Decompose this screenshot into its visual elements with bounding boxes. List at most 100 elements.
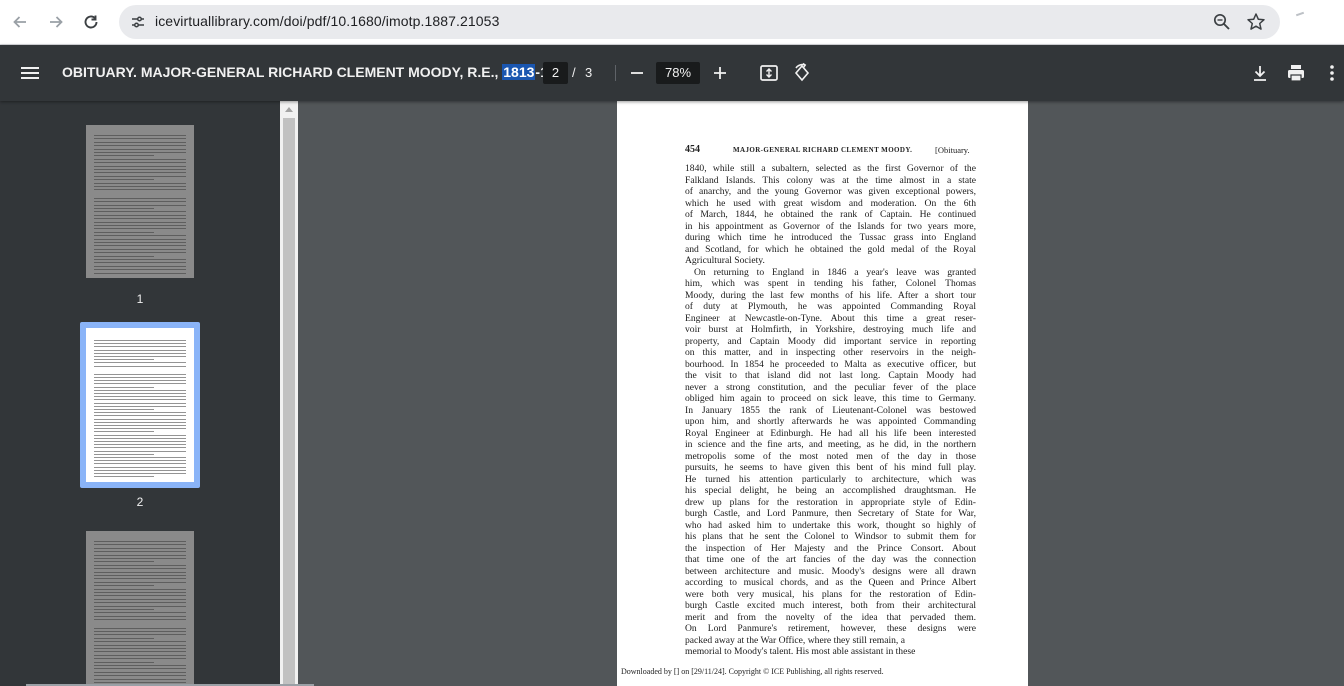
site-settings-icon[interactable] bbox=[129, 13, 147, 31]
text-line: He turned his attention particularly to … bbox=[685, 473, 976, 485]
thumbnail-text-line bbox=[94, 598, 186, 600]
thumbnail-text-line bbox=[94, 431, 154, 433]
text-line: pursuits, he seems to have given this be… bbox=[685, 462, 976, 473]
pdf-toolbar: OBITUARY. MAJOR-GENERAL RICHARD CLEMENT … bbox=[0, 45, 1344, 101]
thumbnail-text-line bbox=[94, 581, 186, 583]
text-line: in his appointment as Governor of the Is… bbox=[685, 220, 976, 232]
thumbnail-page-1[interactable]: 1 bbox=[86, 125, 194, 306]
thumbnail-text-line bbox=[94, 172, 186, 174]
thumbnail-text-line bbox=[94, 654, 186, 656]
title-start: OBITUARY. MAJOR-GENERAL RICHARD CLEMENT … bbox=[62, 64, 503, 80]
thumbnail-text-line bbox=[94, 641, 186, 643]
thumbnail-text-line bbox=[94, 441, 186, 442]
back-button[interactable] bbox=[6, 8, 34, 36]
text-line: obliged him again to proceed on sick lea… bbox=[685, 393, 976, 404]
thumbnail-text-line bbox=[94, 201, 186, 203]
thumbnail-text-line bbox=[94, 155, 154, 157]
text-line: metropolis some of the most noted men of… bbox=[685, 450, 976, 462]
zoom-in-icon[interactable] bbox=[710, 62, 730, 84]
thumbnail-text-line bbox=[94, 145, 186, 147]
title-highlight: 1813 bbox=[502, 64, 536, 80]
thumbnail-text-line bbox=[94, 460, 186, 462]
thumbnail-text-line bbox=[94, 541, 186, 542]
thumbnail-text-line bbox=[94, 476, 154, 478]
text-line: drew up plans for the restoration in app… bbox=[685, 496, 976, 508]
thumbnail-text-line bbox=[94, 211, 186, 213]
thumbnail-text-line bbox=[94, 359, 154, 361]
reload-button[interactable] bbox=[77, 8, 105, 36]
fit-page-icon[interactable] bbox=[758, 62, 780, 84]
thumbnail-page-2-selected[interactable] bbox=[80, 322, 200, 488]
thumbnail-text-line bbox=[94, 389, 186, 391]
text-line: on this matter, and in inspecting other … bbox=[685, 347, 976, 358]
thumbnail-text-line bbox=[94, 473, 186, 474]
thumbnail-text-line bbox=[94, 235, 186, 237]
thumbnail-text-line bbox=[94, 393, 186, 394]
thumbnail-text-line bbox=[94, 204, 186, 206]
thumbnail-text-line bbox=[94, 409, 154, 410]
thumbnail-text-line bbox=[94, 602, 186, 604]
menu-icon[interactable] bbox=[18, 61, 42, 85]
zoom-icon[interactable] bbox=[1212, 12, 1232, 32]
thumbnail-text-line bbox=[94, 444, 186, 446]
text-line: packed away at the War Office, where the… bbox=[685, 634, 905, 646]
zoom-out-icon[interactable] bbox=[627, 62, 647, 84]
thumbnail-image[interactable] bbox=[86, 125, 194, 278]
thumbnail-image[interactable] bbox=[86, 328, 194, 482]
thumbnail-text-line bbox=[94, 564, 186, 566]
star-icon[interactable] bbox=[1245, 11, 1267, 33]
thumbnail-text-line bbox=[94, 437, 186, 439]
thumbnail-page-3[interactable] bbox=[86, 531, 194, 686]
text-line: burgh Castle, and Lord Panmure, then Sec… bbox=[685, 508, 976, 519]
scroll-up-arrow-icon[interactable] bbox=[285, 107, 293, 112]
thumbnail-text-line bbox=[94, 402, 186, 404]
thumbnail-text-line bbox=[94, 469, 186, 471]
thumbnail-text-line bbox=[94, 245, 186, 247]
forward-button[interactable] bbox=[42, 8, 70, 36]
thumbnail-sidebar: 1 2 bbox=[0, 101, 280, 686]
thumbnail-text-line bbox=[94, 665, 186, 666]
sidebar-scrollbar[interactable] bbox=[280, 101, 298, 686]
zoom-input[interactable]: 78% bbox=[656, 62, 700, 84]
thumbnail-text-line bbox=[94, 648, 186, 649]
thumbnail-text-line bbox=[94, 352, 186, 354]
text-line: that time one of the art fancies of the … bbox=[685, 554, 976, 565]
thumbnail-text-line bbox=[94, 631, 186, 632]
page-number-input[interactable]: 2 bbox=[543, 62, 568, 84]
thumbnail-text-line bbox=[94, 182, 186, 184]
thumbnail-text-line bbox=[94, 585, 154, 587]
thumbnail-text-line bbox=[94, 162, 186, 164]
text-line: his special delight, he being an accompl… bbox=[685, 485, 976, 496]
thumbnail-text-line bbox=[94, 671, 186, 673]
text-line: his plans that he sent the Colonel to Wi… bbox=[685, 531, 976, 542]
thumbnail-text-line bbox=[94, 578, 186, 580]
address-bar[interactable]: icevirtuallibrary.com/doi/pdf/10.1680/im… bbox=[119, 5, 1280, 39]
profile-indicator[interactable] bbox=[1295, 11, 1305, 17]
thumbnail-image[interactable] bbox=[86, 531, 194, 686]
text-line: the visit to that island did not last lo… bbox=[685, 370, 976, 381]
thumbnail-text-line bbox=[94, 141, 186, 143]
forward-icon bbox=[50, 16, 63, 28]
thumbnail-text-line bbox=[94, 356, 186, 357]
thumbnail-text-line bbox=[94, 588, 186, 590]
download-icon[interactable] bbox=[1249, 62, 1271, 84]
scrollbar-thumb[interactable] bbox=[283, 118, 295, 686]
text-line: burgh Castle excited much interest, both… bbox=[685, 600, 976, 611]
print-icon[interactable] bbox=[1285, 62, 1307, 84]
thumbnail-text-line bbox=[94, 450, 186, 452]
text-line: Moody, during the last few months of his… bbox=[685, 289, 976, 301]
thumbnail-text-line bbox=[94, 434, 186, 436]
thumbnail-text-line bbox=[94, 547, 186, 549]
thumbnail-text-line bbox=[94, 675, 186, 677]
text-line: 1840, while still a subaltern, selected … bbox=[685, 163, 976, 174]
rotate-icon[interactable] bbox=[791, 62, 813, 84]
thumbnail-text-line bbox=[94, 405, 186, 407]
pdf-page: 454 MAJOR-GENERAL RICHARD CLEMENT MOODY.… bbox=[617, 101, 1028, 686]
text-line: during which time he introduced the Tuss… bbox=[685, 232, 976, 243]
more-icon[interactable] bbox=[1321, 62, 1343, 84]
thumbnail-text-line bbox=[94, 396, 186, 398]
thumbnail-text-line bbox=[94, 668, 186, 670]
url-text[interactable]: icevirtuallibrary.com/doi/pdf/10.1680/im… bbox=[155, 13, 499, 29]
text-line: Agricultural Society. bbox=[685, 255, 765, 266]
thumbnail-text-line bbox=[94, 340, 186, 341]
